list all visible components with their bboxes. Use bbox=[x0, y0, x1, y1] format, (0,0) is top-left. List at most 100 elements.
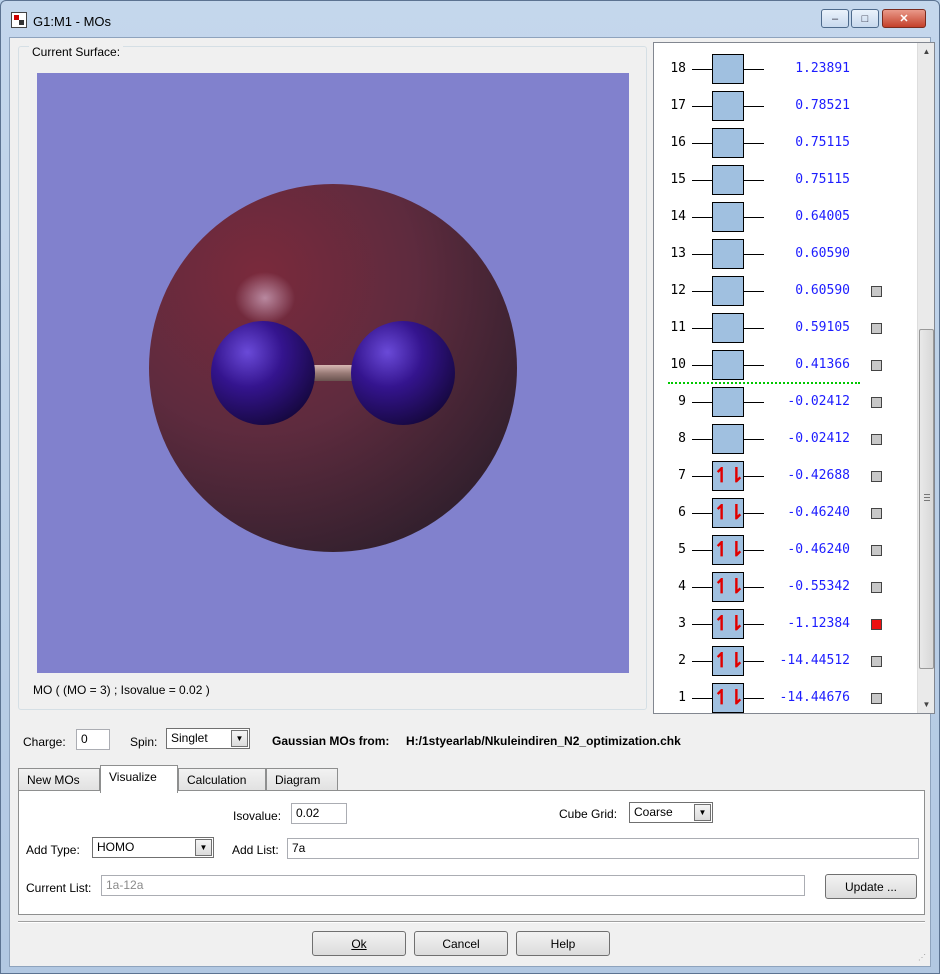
empty-orbital-icon[interactable] bbox=[712, 387, 744, 417]
empty-orbital-icon[interactable] bbox=[712, 202, 744, 232]
level-line-left bbox=[692, 624, 712, 625]
mo-row[interactable]: 12 0.60590 bbox=[654, 273, 918, 310]
mo-row[interactable]: 11 0.59105 bbox=[654, 310, 918, 347]
mo-visualize-checkbox[interactable] bbox=[871, 545, 882, 556]
add-type-value: HOMO bbox=[97, 840, 135, 854]
level-line-left bbox=[692, 180, 712, 181]
mo-list-scrollbar[interactable]: ▲ ▼ bbox=[917, 43, 934, 713]
tab-new-mos[interactable]: New MOs bbox=[18, 768, 100, 792]
visualize-panel: Isovalue: 0.02 Cube Grid: Coarse ▼ Add T… bbox=[18, 790, 925, 915]
mo-row[interactable]: 8 -0.02412 bbox=[654, 421, 918, 458]
cancel-button[interactable]: Cancel bbox=[414, 931, 508, 956]
occupied-orbital-icon[interactable]: ↿⇂ bbox=[712, 572, 745, 602]
molecule-render[interactable] bbox=[37, 73, 629, 673]
cube-grid-value: Coarse bbox=[634, 805, 673, 819]
mo-row[interactable]: 2 ↿⇂ -14.44512 bbox=[654, 643, 918, 680]
scroll-down-arrow-icon[interactable]: ▼ bbox=[918, 696, 934, 713]
mo-energy: 0.75115 bbox=[795, 135, 850, 150]
current-list-field: 1a-12a bbox=[101, 875, 805, 896]
mo-row[interactable]: 10 0.41366 bbox=[654, 347, 918, 384]
mo-row[interactable]: 13 0.60590 bbox=[654, 236, 918, 273]
mo-row[interactable]: 7 ↿⇂ -0.42688 bbox=[654, 458, 918, 495]
mo-row[interactable]: 16 0.75115 bbox=[654, 125, 918, 162]
empty-orbital-icon[interactable] bbox=[712, 350, 744, 380]
scroll-up-arrow-icon[interactable]: ▲ bbox=[918, 43, 934, 60]
mo-row[interactable]: 5 ↿⇂ -0.46240 bbox=[654, 532, 918, 569]
occupied-orbital-icon[interactable]: ↿⇂ bbox=[712, 535, 745, 565]
empty-orbital-icon[interactable] bbox=[712, 424, 744, 454]
maximize-button[interactable]: □ bbox=[851, 9, 879, 28]
level-line-left bbox=[692, 439, 712, 440]
mo-row[interactable]: 1 ↿⇂ -14.44676 bbox=[654, 680, 918, 713]
mo-row[interactable]: 6 ↿⇂ -0.46240 bbox=[654, 495, 918, 532]
mo-row[interactable]: 3 ↿⇂ -1.12384 bbox=[654, 606, 918, 643]
cube-grid-label: Cube Grid: bbox=[559, 807, 618, 821]
add-list-input[interactable]: 7a bbox=[287, 838, 919, 859]
isovalue-input[interactable]: 0.02 bbox=[291, 803, 347, 824]
mo-row[interactable]: 9 -0.02412 bbox=[654, 384, 918, 421]
chevron-down-icon[interactable]: ▼ bbox=[694, 804, 711, 821]
mo-visualize-checkbox[interactable] bbox=[871, 397, 882, 408]
title-bar[interactable]: G1:M1 - MOs ‒ □ ✕ bbox=[1, 1, 939, 37]
add-type-select[interactable]: HOMO ▼ bbox=[92, 837, 214, 858]
empty-orbital-icon[interactable] bbox=[712, 313, 744, 343]
mo-number: 15 bbox=[670, 172, 686, 187]
mo-row[interactable]: 18 1.23891 bbox=[654, 51, 918, 88]
mo-row[interactable]: 14 0.64005 bbox=[654, 199, 918, 236]
mo-visualize-checkbox[interactable] bbox=[871, 471, 882, 482]
empty-orbital-icon[interactable] bbox=[712, 128, 744, 158]
tab-calculation[interactable]: Calculation bbox=[178, 768, 266, 792]
mo-visualize-checkbox[interactable] bbox=[871, 619, 882, 630]
occupied-orbital-icon[interactable]: ↿⇂ bbox=[712, 498, 745, 528]
occupied-orbital-icon[interactable]: ↿⇂ bbox=[712, 609, 745, 639]
level-line-left bbox=[692, 365, 712, 366]
empty-orbital-icon[interactable] bbox=[712, 165, 744, 195]
ok-button[interactable]: Ok bbox=[312, 931, 406, 956]
dialog-client: Current Surface: MO ((MO = 3) ; Isovalu… bbox=[9, 37, 935, 967]
mo-visualize-checkbox[interactable] bbox=[871, 360, 882, 371]
close-button[interactable]: ✕ bbox=[882, 9, 926, 28]
charge-input[interactable]: 0 bbox=[76, 729, 110, 750]
tab-visualize[interactable]: Visualize bbox=[100, 765, 178, 793]
occupied-orbital-icon[interactable]: ↿⇂ bbox=[712, 683, 745, 713]
app-icon[interactable] bbox=[11, 12, 27, 28]
mo-row[interactable]: 15 0.75115 bbox=[654, 162, 918, 199]
minimize-button[interactable]: ‒ bbox=[821, 9, 849, 28]
empty-orbital-icon[interactable] bbox=[712, 91, 744, 121]
empty-orbital-icon[interactable] bbox=[712, 276, 744, 306]
level-line-left bbox=[692, 476, 712, 477]
mo-row[interactable]: 4 ↿⇂ -0.55342 bbox=[654, 569, 918, 606]
mo-visualize-checkbox[interactable] bbox=[871, 508, 882, 519]
mo-visualize-checkbox[interactable] bbox=[871, 286, 882, 297]
mo-number: 18 bbox=[670, 61, 686, 76]
empty-orbital-icon[interactable] bbox=[712, 54, 744, 84]
empty-orbital-icon[interactable] bbox=[712, 239, 744, 269]
mo-visualize-checkbox[interactable] bbox=[871, 434, 882, 445]
mo-energy: 0.60590 bbox=[795, 283, 850, 298]
update-button[interactable]: Update ... bbox=[825, 874, 917, 899]
mo-visualize-checkbox[interactable] bbox=[871, 582, 882, 593]
help-button[interactable]: Help bbox=[516, 931, 610, 956]
mo-visualize-checkbox[interactable] bbox=[871, 656, 882, 667]
tab-diagram[interactable]: Diagram bbox=[266, 768, 338, 792]
surface-viewport[interactable] bbox=[37, 73, 629, 673]
mo-energy-diagram[interactable]: 18 1.23891 17 0.78521 16 0.75115 15 0.75115 14 0.… bbox=[653, 42, 935, 714]
mo-number: 12 bbox=[670, 283, 686, 298]
mo-row[interactable]: 17 0.78521 bbox=[654, 88, 918, 125]
mo-visualize-checkbox[interactable] bbox=[871, 693, 882, 704]
chevron-down-icon[interactable]: ▼ bbox=[195, 839, 212, 856]
spin-label: Spin: bbox=[130, 735, 158, 749]
window-title: G1:M1 - MOs bbox=[33, 14, 112, 29]
resize-grip-icon[interactable]: ⋰ bbox=[918, 953, 926, 962]
cube-grid-select[interactable]: Coarse ▼ bbox=[629, 802, 713, 823]
occupied-orbital-icon[interactable]: ↿⇂ bbox=[712, 646, 745, 676]
spin-select-value: Singlet bbox=[171, 731, 208, 745]
spin-select[interactable]: Singlet ▼ bbox=[166, 728, 250, 749]
chevron-down-icon[interactable]: ▼ bbox=[231, 730, 248, 747]
scroll-thumb[interactable] bbox=[919, 329, 934, 669]
mo-status-caption: MO ( (MO = 3) ; Isovalue = 0.02 ) bbox=[33, 683, 210, 697]
level-line-left bbox=[692, 143, 712, 144]
level-line-left bbox=[692, 550, 712, 551]
mo-visualize-checkbox[interactable] bbox=[871, 323, 882, 334]
occupied-orbital-icon[interactable]: ↿⇂ bbox=[712, 461, 745, 491]
